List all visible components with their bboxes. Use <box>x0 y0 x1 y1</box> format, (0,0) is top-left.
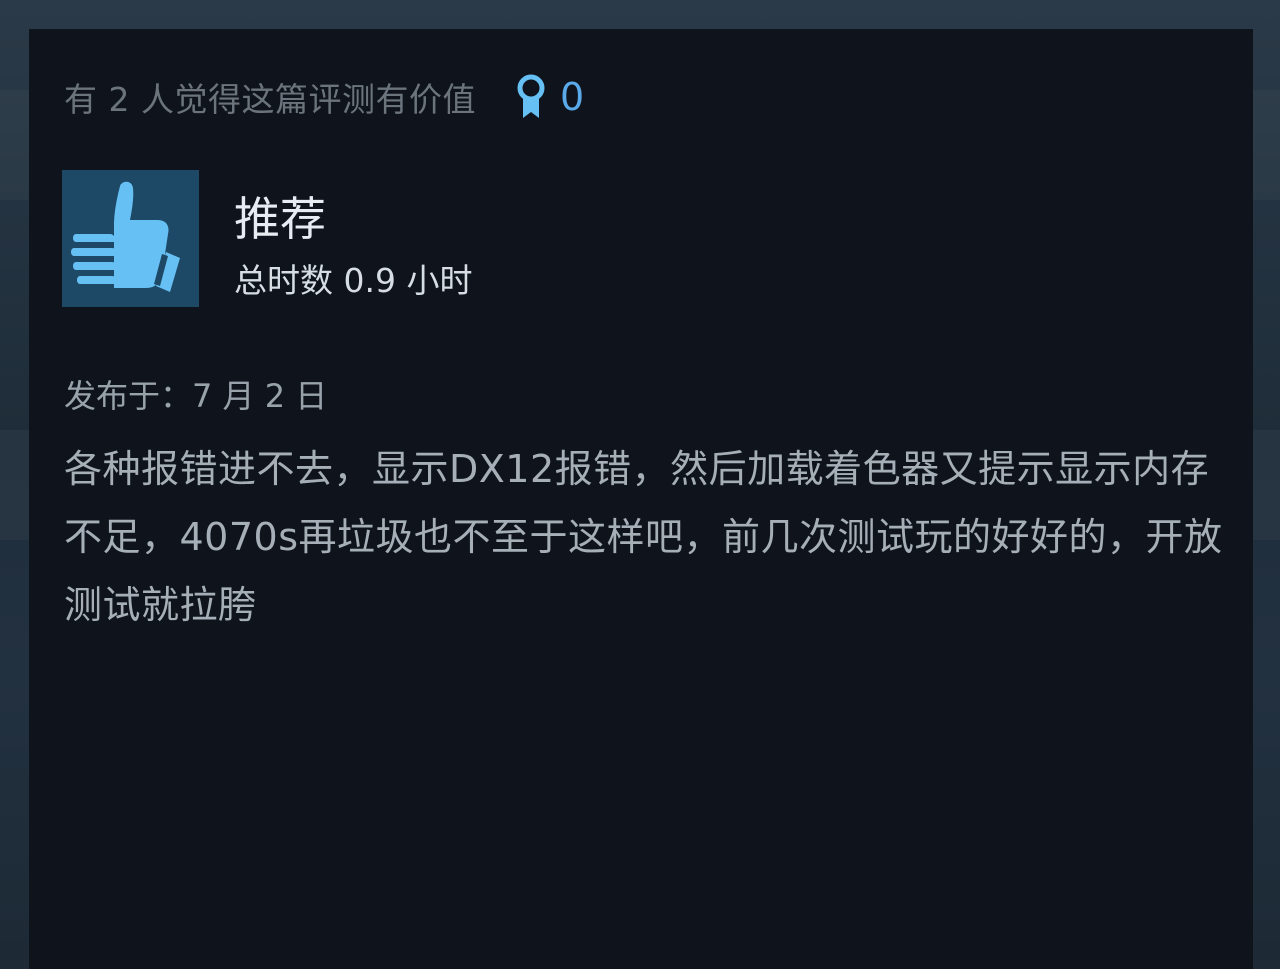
recommended-badge[interactable] <box>62 170 199 307</box>
review-card: 有 2 人觉得这篇评测有价值 0 推荐 总时数 0.9 小时 发布于：7 月 2… <box>29 29 1253 969</box>
helpful-count-text: 有 2 人觉得这篇评测有价值 <box>64 80 476 119</box>
playtime-hours: 总时数 0.9 小时 <box>234 261 473 300</box>
posted-date: 发布于：7 月 2 日 <box>64 377 328 415</box>
thumbs-up-icon <box>71 181 180 292</box>
award-count: 0 <box>559 75 585 119</box>
review-body-text: 各种报错进不去，显示DX12报错，然后加载着色器又提示显示内存不足，4070s再… <box>64 447 1223 627</box>
helpful-row: 有 2 人觉得这篇评测有价值 0 <box>64 74 584 120</box>
verdict-title: 推荐 <box>234 192 326 246</box>
award-button[interactable]: 0 <box>514 74 584 120</box>
award-ribbon-icon <box>517 74 545 118</box>
